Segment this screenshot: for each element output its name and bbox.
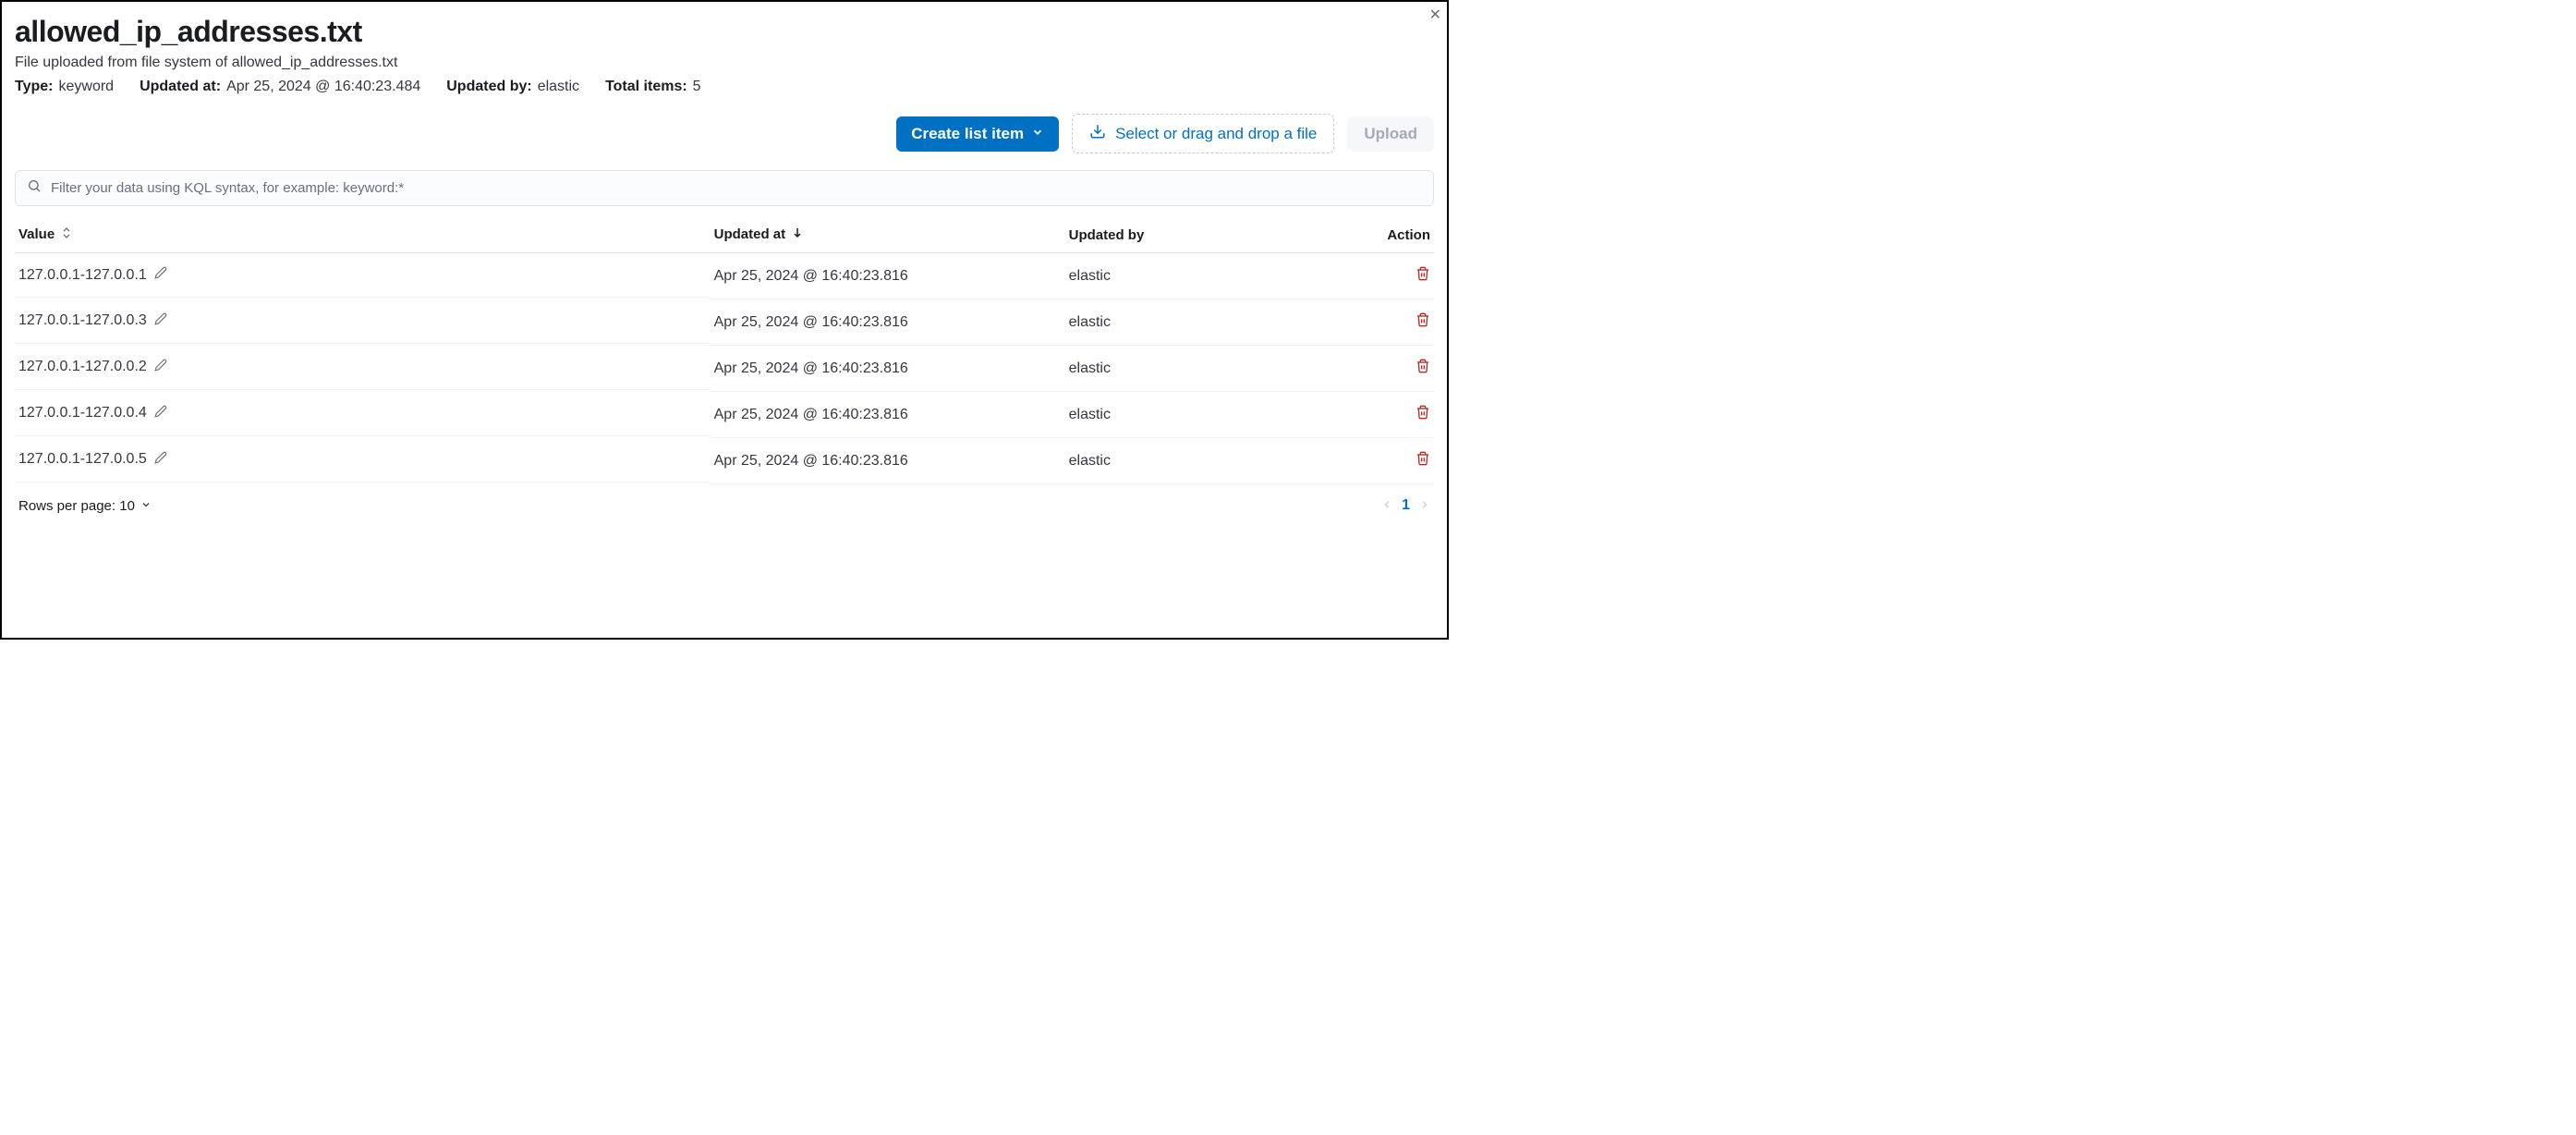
meta-total-items: Total items: 5 xyxy=(605,79,701,95)
table-row: 127.0.0.1-127.0.0.1 Apr 25, 2024 @ 16:40:… xyxy=(15,253,1434,299)
table-footer: Rows per page: 10 1 xyxy=(15,484,1434,521)
close-icon: ✕ xyxy=(1429,7,1441,23)
table-row: 127.0.0.1-127.0.0.3 Apr 25, 2024 @ 16:40:… xyxy=(15,299,1434,346)
cell-value: 127.0.0.1-127.0.0.5 xyxy=(15,438,711,482)
cell-updated-by: elastic xyxy=(1065,346,1320,392)
upload-button[interactable]: Upload xyxy=(1347,116,1434,152)
search-bar[interactable] xyxy=(15,170,1434,206)
cell-action xyxy=(1320,392,1434,438)
meta-updated-by-value: elastic xyxy=(538,79,579,95)
meta-total-items-value: 5 xyxy=(693,79,701,95)
create-list-item-label: Create list item xyxy=(911,125,1024,143)
cell-value: 127.0.0.1-127.0.0.3 xyxy=(15,299,711,344)
page-title: allowed_ip_addresses.txt xyxy=(15,15,1434,49)
page-subtitle: File uploaded from file system of allowe… xyxy=(15,55,1434,71)
trash-icon[interactable] xyxy=(1416,312,1430,327)
trash-icon[interactable] xyxy=(1416,359,1430,373)
cell-updated-at: Apr 25, 2024 @ 16:40:23.816 xyxy=(711,346,1065,392)
close-button[interactable]: ✕ xyxy=(1429,6,1441,24)
meta-type-label: Type: xyxy=(15,79,53,95)
cell-value-text: 127.0.0.1-127.0.0.3 xyxy=(18,312,147,329)
cell-updated-by: elastic xyxy=(1065,392,1320,438)
table-row: 127.0.0.1-127.0.0.2 Apr 25, 2024 @ 16:40:… xyxy=(15,346,1434,392)
meta-type: Type: keyword xyxy=(15,79,114,95)
chevron-down-icon xyxy=(1031,125,1044,143)
rows-per-page-dropdown[interactable]: Rows per page: 10 xyxy=(18,498,152,514)
search-icon xyxy=(27,178,42,198)
sort-down-icon xyxy=(793,226,802,243)
actions-row: Create list item Select or drag and drop… xyxy=(15,114,1434,153)
pencil-icon[interactable] xyxy=(154,312,167,330)
cell-updated-by: elastic xyxy=(1065,299,1320,346)
column-header-updated-at[interactable]: Updated at xyxy=(711,219,1065,253)
cell-updated-by: elastic xyxy=(1065,438,1320,484)
file-drop-zone[interactable]: Select or drag and drop a file xyxy=(1072,114,1334,153)
cell-updated-at: Apr 25, 2024 @ 16:40:23.816 xyxy=(711,299,1065,346)
meta-total-items-label: Total items: xyxy=(605,79,687,95)
create-list-item-button[interactable]: Create list item xyxy=(896,116,1059,152)
pencil-icon[interactable] xyxy=(154,451,167,469)
trash-icon[interactable] xyxy=(1416,405,1430,420)
column-header-updated-by[interactable]: Updated by xyxy=(1065,219,1320,253)
items-table: Value Updated at Updated by Action 127.0… xyxy=(15,219,1434,484)
pagination-prev[interactable] xyxy=(1381,498,1392,514)
cell-value: 127.0.0.1-127.0.0.2 xyxy=(15,346,711,390)
cell-value: 127.0.0.1-127.0.0.4 xyxy=(15,392,711,436)
cell-value-text: 127.0.0.1-127.0.0.2 xyxy=(18,359,147,375)
cell-updated-by: elastic xyxy=(1065,253,1320,299)
cell-action xyxy=(1320,346,1434,392)
cell-updated-at: Apr 25, 2024 @ 16:40:23.816 xyxy=(711,438,1065,484)
pencil-icon[interactable] xyxy=(154,359,167,376)
cell-value-text: 127.0.0.1-127.0.0.5 xyxy=(18,451,147,468)
meta-updated-at-label: Updated at: xyxy=(140,79,221,95)
pagination-next[interactable] xyxy=(1419,498,1430,514)
trash-icon[interactable] xyxy=(1416,451,1430,466)
cell-value-text: 127.0.0.1-127.0.0.1 xyxy=(18,267,147,284)
column-header-value-label: Value xyxy=(18,226,55,242)
pencil-icon[interactable] xyxy=(154,405,167,422)
column-header-value[interactable]: Value xyxy=(15,219,711,253)
meta-updated-by-label: Updated by: xyxy=(446,79,531,95)
sort-both-icon xyxy=(62,226,71,243)
meta-updated-at-value: Apr 25, 2024 @ 16:40:23.484 xyxy=(226,79,420,95)
meta-row: Type: keyword Updated at: Apr 25, 2024 @… xyxy=(15,79,1434,95)
cell-updated-at: Apr 25, 2024 @ 16:40:23.816 xyxy=(711,253,1065,299)
search-input[interactable] xyxy=(51,180,1422,196)
pencil-icon[interactable] xyxy=(154,266,167,284)
trash-icon[interactable] xyxy=(1416,266,1430,281)
meta-type-value: keyword xyxy=(58,79,114,95)
column-header-updated-at-label: Updated at xyxy=(714,226,786,242)
file-drop-label: Select or drag and drop a file xyxy=(1115,125,1317,143)
cell-action xyxy=(1320,299,1434,346)
cell-updated-at: Apr 25, 2024 @ 16:40:23.816 xyxy=(711,392,1065,438)
pagination: 1 xyxy=(1381,497,1430,514)
pagination-page-1[interactable]: 1 xyxy=(1402,497,1410,514)
download-icon xyxy=(1089,123,1106,144)
chevron-down-icon xyxy=(140,498,152,514)
table-row: 127.0.0.1-127.0.0.5 Apr 25, 2024 @ 16:40:… xyxy=(15,438,1434,484)
cell-action xyxy=(1320,438,1434,484)
meta-updated-by: Updated by: elastic xyxy=(446,79,579,95)
cell-value: 127.0.0.1-127.0.0.1 xyxy=(15,253,711,298)
meta-updated-at: Updated at: Apr 25, 2024 @ 16:40:23.484 xyxy=(140,79,420,95)
column-header-action: Action xyxy=(1320,219,1434,253)
table-row: 127.0.0.1-127.0.0.4 Apr 25, 2024 @ 16:40:… xyxy=(15,392,1434,438)
rows-per-page-label: Rows per page: 10 xyxy=(18,498,135,514)
cell-action xyxy=(1320,253,1434,299)
cell-value-text: 127.0.0.1-127.0.0.4 xyxy=(18,405,147,421)
